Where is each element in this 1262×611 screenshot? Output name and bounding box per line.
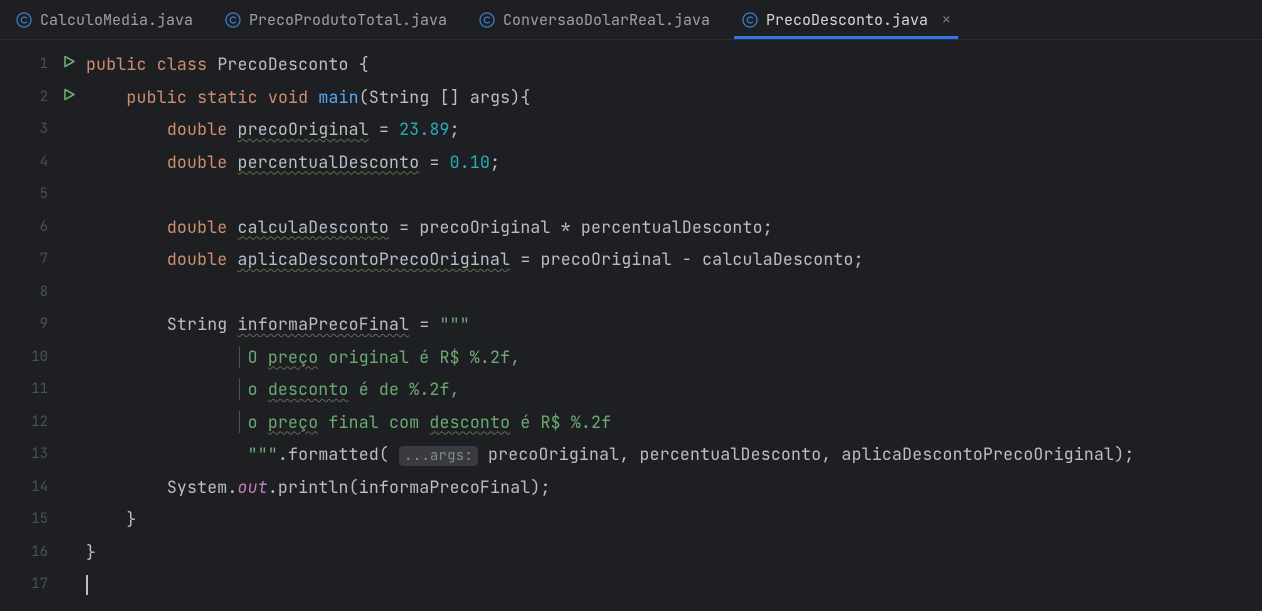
line-number: 11 <box>31 380 48 398</box>
line-number-gutter: 1 2 3 4 5 6 7 8 9 10 11 12 13 14 15 16 1… <box>0 40 58 611</box>
line-number: 2 <box>40 88 48 106</box>
tab-label: PrecoProdutoTotal.java <box>249 10 447 30</box>
line-number: 17 <box>31 575 48 593</box>
run-gutter-icon[interactable] <box>62 87 76 106</box>
code-line <box>86 276 1262 309</box>
line-number: 13 <box>31 445 48 463</box>
code-line: double calculaDesconto = precoOriginal *… <box>86 211 1262 244</box>
code-editor[interactable]: 1 2 3 4 5 6 7 8 9 10 11 12 13 14 15 16 1… <box>0 40 1262 611</box>
code-line: """.formatted( ...args: precoOriginal, p… <box>86 438 1262 471</box>
inlay-hint: ...args: <box>399 446 478 466</box>
tab-label: ConversaoDolarReal.java <box>503 10 710 30</box>
line-number: 9 <box>40 315 48 333</box>
line-number: 14 <box>31 478 48 496</box>
code-line: double precoOriginal = 23.89; <box>86 113 1262 146</box>
java-class-icon <box>479 12 495 28</box>
code-line <box>86 568 1262 601</box>
line-number: 10 <box>31 348 48 366</box>
line-number: 4 <box>40 153 48 171</box>
tab-label: PrecoDesconto.java <box>766 10 928 30</box>
code-line: public class PrecoDesconto { <box>86 48 1262 81</box>
code-line: O preço original é R$ %.2f, <box>86 341 1262 374</box>
code-line: o preço final com desconto é R$ %.2f <box>86 406 1262 439</box>
line-number: 16 <box>31 543 48 561</box>
code-line: } <box>86 503 1262 536</box>
tab-calculomedia[interactable]: CalculoMedia.java <box>0 0 209 39</box>
tab-label: CalculoMedia.java <box>40 10 193 30</box>
code-line: double aplicaDescontoPrecoOriginal = pre… <box>86 243 1262 276</box>
code-line <box>86 178 1262 211</box>
code-line: double percentualDesconto = 0.10; <box>86 146 1262 179</box>
code-line: String informaPrecoFinal = """ <box>86 308 1262 341</box>
text-caret <box>86 575 88 595</box>
code-line: o desconto é de %.2f, <box>86 373 1262 406</box>
tab-conversaodolarreal[interactable]: ConversaoDolarReal.java <box>463 0 726 39</box>
java-class-icon <box>16 12 32 28</box>
line-number: 15 <box>31 510 48 528</box>
code-line: } <box>86 536 1262 569</box>
line-number: 1 <box>40 55 48 73</box>
line-number: 5 <box>40 185 48 203</box>
java-class-icon <box>225 12 241 28</box>
code-line: public static void main(String [] args){ <box>86 81 1262 114</box>
line-number: 8 <box>40 283 48 301</box>
code-area[interactable]: public class PrecoDesconto { public stat… <box>58 40 1262 611</box>
line-number: 12 <box>31 413 48 431</box>
close-icon[interactable]: ✕ <box>942 11 950 29</box>
line-number: 6 <box>40 218 48 236</box>
tab-precoprodutototal[interactable]: PrecoProdutoTotal.java <box>209 0 463 39</box>
tab-precodesconto[interactable]: PrecoDesconto.java ✕ <box>726 0 966 39</box>
line-number: 3 <box>40 120 48 138</box>
java-class-icon <box>742 12 758 28</box>
run-gutter-icon[interactable] <box>62 55 76 74</box>
code-line: System.out.println(informaPrecoFinal); <box>86 471 1262 504</box>
line-number: 7 <box>40 250 48 268</box>
editor-tabs: CalculoMedia.java PrecoProdutoTotal.java… <box>0 0 1262 40</box>
